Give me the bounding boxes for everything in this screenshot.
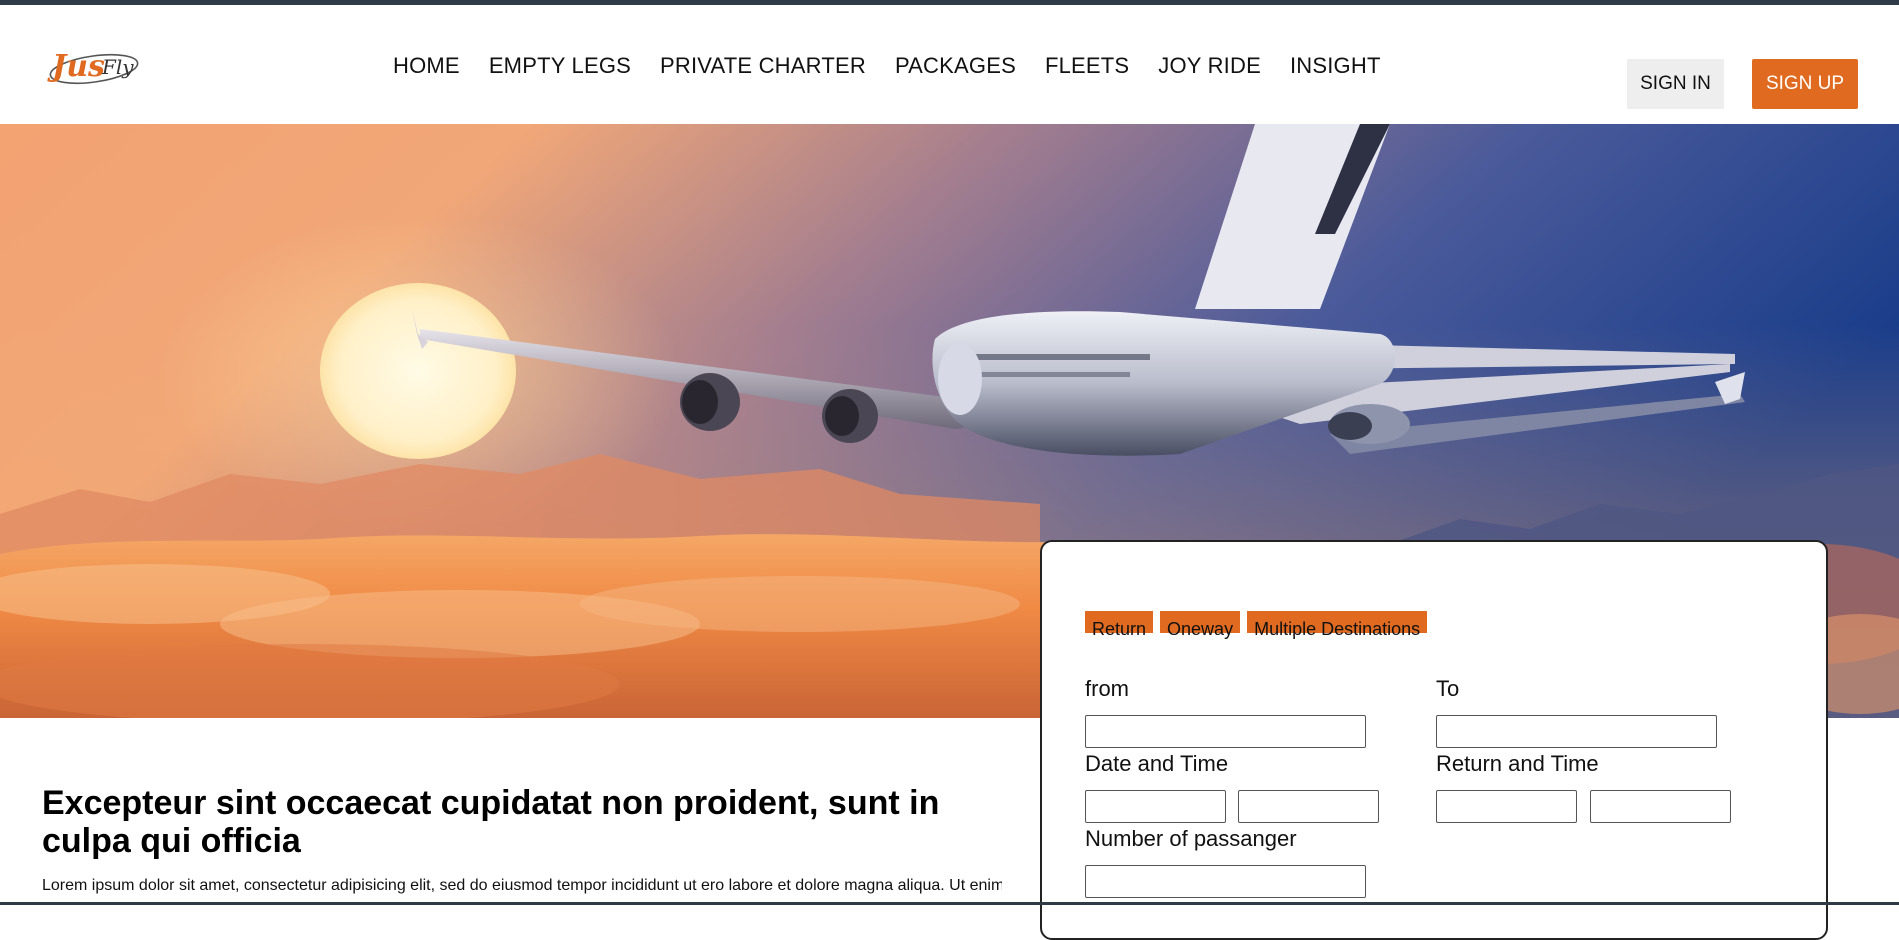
section-body-text: Lorem ipsum dolor sit amet, consectetur … [42, 877, 1002, 894]
date-time-label: Date and Time [1085, 751, 1229, 776]
nav-empty-legs[interactable]: EMPTY LEGS [489, 53, 631, 87]
departure-time-input[interactable] [1238, 790, 1379, 823]
svg-text:Jus: Jus [47, 49, 105, 84]
logo-mark-icon: Jus Fly [47, 49, 139, 85]
svg-text:Fly: Fly [101, 55, 134, 79]
trip-type-tabs: Return Oneway Multiple Destinations [1085, 611, 1428, 639]
departure-date-input[interactable] [1085, 790, 1226, 823]
tab-oneway[interactable]: Oneway [1160, 611, 1241, 639]
tab-multiple-destinations[interactable]: Multiple Destinations [1247, 611, 1428, 639]
section-heading: Excepteur sint occaecat cupidatat non pr… [42, 784, 940, 860]
to-label: To [1436, 676, 1460, 701]
return-time-input[interactable] [1590, 790, 1731, 823]
nav-home[interactable]: HOME [393, 53, 460, 87]
passenger-count-input[interactable] [1085, 865, 1366, 898]
nav-insight[interactable]: INSIGHT [1290, 53, 1381, 87]
sign-in-button[interactable]: SIGN IN [1627, 59, 1724, 109]
return-time-label: Return and Time [1436, 751, 1599, 776]
nav-packages[interactable]: PACKAGES [895, 53, 1016, 87]
site-header: Jus Fly HOME EMPTY LEGS PRIVATE CHARTER … [0, 5, 1899, 124]
booking-panel: Return Oneway Multiple Destinations from… [1040, 540, 1828, 940]
sign-up-button[interactable]: SIGN UP [1752, 59, 1858, 109]
nav-private-charter[interactable]: PRIVATE CHARTER [660, 53, 866, 87]
from-label: from [1085, 676, 1129, 701]
tab-return[interactable]: Return [1085, 611, 1154, 639]
nav-fleets[interactable]: FLEETS [1045, 53, 1129, 87]
from-input[interactable] [1085, 715, 1366, 748]
brand-logo[interactable]: Jus Fly [44, 41, 142, 91]
nav-joy-ride[interactable]: JOY RIDE [1158, 53, 1261, 87]
return-date-input[interactable] [1436, 790, 1577, 823]
passenger-label: Number of passanger [1085, 826, 1297, 851]
main-nav: HOME EMPTY LEGS PRIVATE CHARTER PACKAGES… [393, 53, 1410, 87]
to-input[interactable] [1436, 715, 1717, 748]
